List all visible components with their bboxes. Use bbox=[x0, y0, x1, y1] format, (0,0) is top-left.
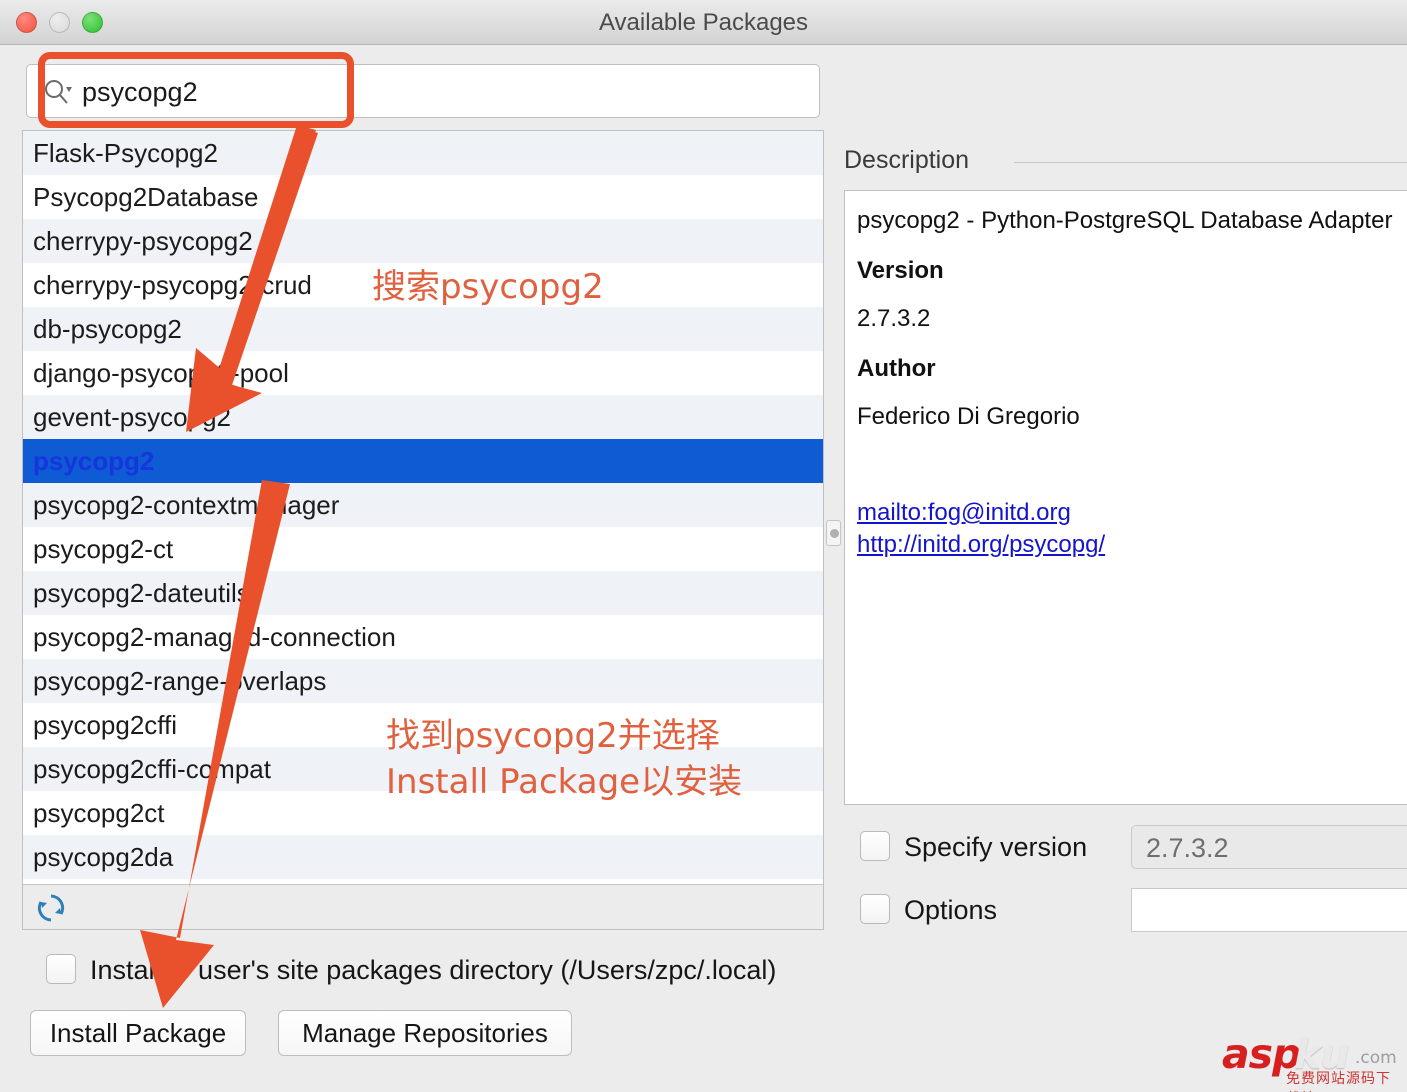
specify-version-checkbox[interactable] bbox=[860, 831, 890, 861]
package-list-item[interactable]: db-psycopg2 bbox=[23, 307, 823, 351]
manage-repositories-button[interactable]: Manage Repositories bbox=[278, 1010, 572, 1056]
options-label: Options bbox=[904, 888, 997, 932]
options-input[interactable] bbox=[1131, 888, 1407, 932]
package-list-item[interactable]: psycopg2-dateutils bbox=[23, 571, 823, 615]
package-list-item[interactable]: cherrypy-psycopg2 bbox=[23, 219, 823, 263]
description-spacer bbox=[857, 453, 1407, 499]
package-list-panel: Flask-Psycopg2Psycopg2Databasecherrypy-p… bbox=[22, 130, 824, 930]
package-list-item[interactable]: psycopg2-contextmanager bbox=[23, 483, 823, 527]
title-bar: Available Packages bbox=[0, 0, 1407, 45]
available-packages-window: Available Packages psycopg2 Flask-Psycop… bbox=[0, 0, 1407, 1092]
mailto-link[interactable]: mailto:fog@initd.org bbox=[857, 499, 1407, 527]
description-header: Description bbox=[844, 146, 1407, 176]
description-rule bbox=[1014, 162, 1407, 163]
install-package-button[interactable]: Install Package bbox=[30, 1010, 246, 1056]
description-box: psycopg2 - Python-PostgreSQL Database Ad… bbox=[844, 190, 1407, 805]
package-list-item[interactable]: psycopg2-ct bbox=[23, 527, 823, 571]
description-label: Description bbox=[844, 146, 981, 175]
specify-version-label: Specify version bbox=[904, 825, 1087, 869]
package-list-item[interactable]: Flask-Psycopg2 bbox=[23, 131, 823, 175]
options-checkbox[interactable] bbox=[860, 894, 890, 924]
package-list-item-selected[interactable]: psycopg2 bbox=[23, 439, 823, 483]
splitter-grip[interactable] bbox=[826, 520, 841, 546]
package-list-footer bbox=[23, 884, 823, 929]
refresh-icon[interactable] bbox=[35, 892, 67, 924]
annotation-search-note: 搜索psycopg2 bbox=[372, 264, 604, 310]
package-list-item[interactable]: psycopg2-managed-connection bbox=[23, 615, 823, 659]
install-site-label: Install to user's site packages director… bbox=[90, 948, 776, 992]
search-input[interactable]: psycopg2 bbox=[26, 64, 820, 118]
package-summary: psycopg2 - Python-PostgreSQL Database Ad… bbox=[857, 207, 1407, 235]
specify-version-input[interactable]: 2.7.3.2 bbox=[1131, 825, 1407, 869]
author-label: Author bbox=[857, 355, 1407, 383]
annotation-select-note: 找到psycopg2并选择 Install Package以安装 bbox=[386, 713, 742, 805]
search-input-value: psycopg2 bbox=[82, 65, 198, 119]
package-list-item[interactable]: django-psycopg2-pool bbox=[23, 351, 823, 395]
package-list-item[interactable]: psycopg2-range-overlaps bbox=[23, 659, 823, 703]
watermark-subtitle: 免费网站源码下载站 bbox=[1286, 1068, 1402, 1092]
search-bar: psycopg2 bbox=[26, 60, 820, 122]
version-label: Version bbox=[857, 257, 1407, 285]
version-value: 2.7.3.2 bbox=[857, 305, 1407, 333]
homepage-link[interactable]: http://initd.org/psycopg/ bbox=[857, 531, 1407, 559]
search-icon[interactable] bbox=[43, 78, 73, 106]
install-site-checkbox[interactable] bbox=[46, 954, 76, 984]
package-list-item[interactable]: Psycopg2Database bbox=[23, 175, 823, 219]
panel-splitter[interactable] bbox=[824, 130, 842, 930]
package-list-item[interactable]: gevent-psycopg2 bbox=[23, 395, 823, 439]
package-list-item[interactable]: psycopg2da bbox=[23, 835, 823, 879]
window-title: Available Packages bbox=[0, 0, 1407, 45]
watermark-com: .com bbox=[1355, 1048, 1397, 1068]
watermark: asp ku .com 免费网站源码下载站 bbox=[1222, 1030, 1402, 1086]
author-value: Federico Di Gregorio bbox=[857, 403, 1407, 431]
